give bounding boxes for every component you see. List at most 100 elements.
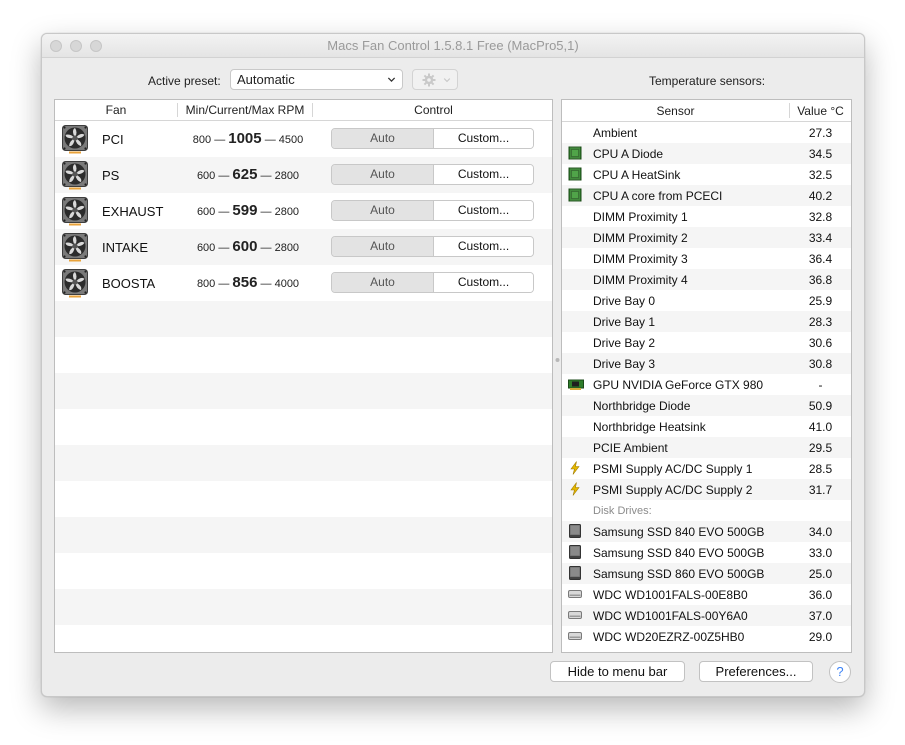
- preset-actions-button[interactable]: [412, 69, 458, 90]
- sensor-name: Drive Bay 0: [593, 294, 656, 308]
- sensor-row[interactable]: WDC WD20EZRZ-00Z5HB0 29.0: [562, 626, 851, 647]
- sensor-name: Samsung SSD 840 EVO 500GB: [593, 525, 765, 539]
- sensor-row[interactable]: DIMM Proximity 3 36.4: [562, 248, 851, 269]
- sensor-row[interactable]: WDC WD1001FALS-00Y6A0 37.0: [562, 605, 851, 626]
- hide-to-menu-bar-button[interactable]: Hide to menu bar: [550, 661, 685, 682]
- fan-min-rpm: 800: [196, 278, 216, 290]
- fan-auto-button[interactable]: Auto: [332, 273, 434, 292]
- fan-custom-button[interactable]: Custom...: [434, 201, 533, 220]
- fan-auto-button[interactable]: Auto: [332, 201, 434, 220]
- empty-row: [55, 337, 552, 373]
- title-bar[interactable]: Macs Fan Control 1.5.8.1 Free (MacPro5,1…: [42, 34, 864, 58]
- sensor-value: 28.3: [808, 315, 833, 329]
- fan-current-rpm: 599: [232, 202, 258, 219]
- sensor-value: 28.5: [808, 462, 833, 476]
- empty-row: [55, 517, 552, 553]
- sensor-value: 40.2: [808, 189, 833, 203]
- fan-control-segmented[interactable]: Auto Custom...: [331, 164, 534, 185]
- fan-row-exhaust[interactable]: EXHAUST 600 — 599 — 2800 Auto Custom...: [55, 193, 552, 229]
- fan-custom-button[interactable]: Custom...: [434, 129, 533, 148]
- chip-icon: [568, 167, 582, 181]
- sensor-row[interactable]: CPU A HeatSink 32.5: [562, 164, 851, 185]
- value-column-header[interactable]: Value °C: [790, 104, 851, 118]
- sensor-name: GPU NVIDIA GeForce GTX 980: [593, 378, 764, 392]
- sensor-value: 32.5: [808, 168, 833, 182]
- sensor-value: 31.7: [808, 483, 833, 497]
- fan-row-boosta[interactable]: BOOSTA 800 — 856 — 4000 Auto Custom...: [55, 265, 552, 301]
- fan-control-segmented[interactable]: Auto Custom...: [331, 272, 534, 293]
- sensor-row[interactable]: Northbridge Heatsink 41.0: [562, 416, 851, 437]
- fan-min-rpm: 600: [196, 242, 216, 254]
- fan-row-ps[interactable]: PS 600 — 625 — 2800 Auto Custom...: [55, 157, 552, 193]
- split-view-handle[interactable]: [555, 356, 560, 364]
- sensor-row[interactable]: Drive Bay 3 30.8: [562, 353, 851, 374]
- sensor-column-header[interactable]: Sensor: [562, 104, 789, 118]
- fan-custom-button[interactable]: Custom...: [434, 273, 533, 292]
- sensor-row[interactable]: DIMM Proximity 1 32.8: [562, 206, 851, 227]
- fan-auto-button[interactable]: Auto: [332, 237, 434, 256]
- sensor-row[interactable]: GPU NVIDIA GeForce GTX 980 -: [562, 374, 851, 395]
- fan-row-pci[interactable]: PCI 800 — 1005 — 4500 Auto Custom...: [55, 121, 552, 157]
- sensor-row[interactable]: Drive Bay 0 25.9: [562, 290, 851, 311]
- control-column-header[interactable]: Control: [313, 103, 552, 117]
- fan-custom-button[interactable]: Custom...: [434, 165, 533, 184]
- fan-auto-button[interactable]: Auto: [332, 129, 434, 148]
- fan-rpm: 600 — 599 — 2800: [173, 202, 323, 219]
- sensor-name: DIMM Proximity 2: [593, 231, 688, 245]
- sensor-row[interactable]: PSMI Supply AC/DC Supply 2 31.7: [562, 479, 851, 500]
- empty-row: [55, 589, 552, 625]
- sensor-row[interactable]: Drive Bay 1 28.3: [562, 311, 851, 332]
- fan-column-header[interactable]: Fan: [55, 103, 177, 117]
- sensor-row[interactable]: PSMI Supply AC/DC Supply 1 28.5: [562, 458, 851, 479]
- fan-name: EXHAUST: [102, 204, 164, 219]
- sensor-value: 27.3: [808, 126, 833, 140]
- fan-icon: [62, 233, 88, 262]
- sensor-row[interactable]: DIMM Proximity 2 33.4: [562, 227, 851, 248]
- sensor-row[interactable]: Samsung SSD 860 EVO 500GB 25.0: [562, 563, 851, 584]
- sensor-name: Drive Bay 1: [593, 315, 656, 329]
- fan-max-rpm: 2800: [274, 170, 300, 182]
- chip-icon: [568, 146, 582, 160]
- fan-icon: [62, 269, 88, 298]
- ssd-icon: [568, 524, 582, 538]
- rpm-separator: —: [214, 134, 226, 146]
- fan-control-segmented[interactable]: Auto Custom...: [331, 200, 534, 221]
- sensor-row[interactable]: WDC WD1001FALS-00E8B0 36.0: [562, 584, 851, 605]
- hdd-icon: [568, 608, 582, 622]
- sensor-row[interactable]: CPU A Diode 34.5: [562, 143, 851, 164]
- fan-current-rpm: 625: [232, 166, 258, 183]
- preferences-button[interactable]: Preferences...: [699, 661, 813, 682]
- fan-row-intake[interactable]: INTAKE 600 — 600 — 2800 Auto Custom...: [55, 229, 552, 265]
- sensor-value: 34.5: [808, 147, 833, 161]
- fan-auto-button[interactable]: Auto: [332, 165, 434, 184]
- fan-control-segmented[interactable]: Auto Custom...: [331, 128, 534, 149]
- sensor-row[interactable]: PCIE Ambient 29.5: [562, 437, 851, 458]
- fan-max-rpm: 4000: [274, 278, 300, 290]
- active-preset-label: Active preset:: [148, 74, 221, 88]
- sensor-row[interactable]: Samsung SSD 840 EVO 500GB 34.0: [562, 521, 851, 542]
- rpm-separator: —: [218, 170, 230, 182]
- sensor-row[interactable]: Samsung SSD 840 EVO 500GB 33.0: [562, 542, 851, 563]
- fan-control-segmented[interactable]: Auto Custom...: [331, 236, 534, 257]
- sensor-name: Northbridge Diode: [593, 399, 691, 413]
- fan-name: INTAKE: [102, 240, 148, 255]
- fan-table-header: Fan Min/Current/Max RPM Control: [55, 100, 552, 121]
- rpm-separator: —: [264, 134, 276, 146]
- sensor-row[interactable]: Drive Bay 2 30.6: [562, 332, 851, 353]
- fan-name: BOOSTA: [102, 276, 156, 291]
- fan-custom-button[interactable]: Custom...: [434, 237, 533, 256]
- sensor-row[interactable]: DIMM Proximity 4 36.8: [562, 269, 851, 290]
- sensor-row[interactable]: CPU A core from PCECI 40.2: [562, 185, 851, 206]
- sensor-row[interactable]: Ambient 27.3: [562, 122, 851, 143]
- rpm-column-header[interactable]: Min/Current/Max RPM: [178, 103, 312, 117]
- sensor-table-header: Sensor Value °C: [562, 100, 851, 122]
- disk-drives-section-label: Disk Drives:: [593, 505, 652, 517]
- fan-max-rpm: 4500: [278, 134, 304, 146]
- active-preset-select[interactable]: Automatic: [230, 69, 403, 90]
- sensor-name: CPU A core from PCECI: [593, 189, 723, 203]
- help-button[interactable]: ?: [829, 661, 851, 683]
- sensor-value: 36.0: [808, 588, 833, 602]
- sensor-row[interactable]: Northbridge Diode 50.9: [562, 395, 851, 416]
- empty-row: [55, 373, 552, 409]
- sensor-name: Drive Bay 2: [593, 336, 656, 350]
